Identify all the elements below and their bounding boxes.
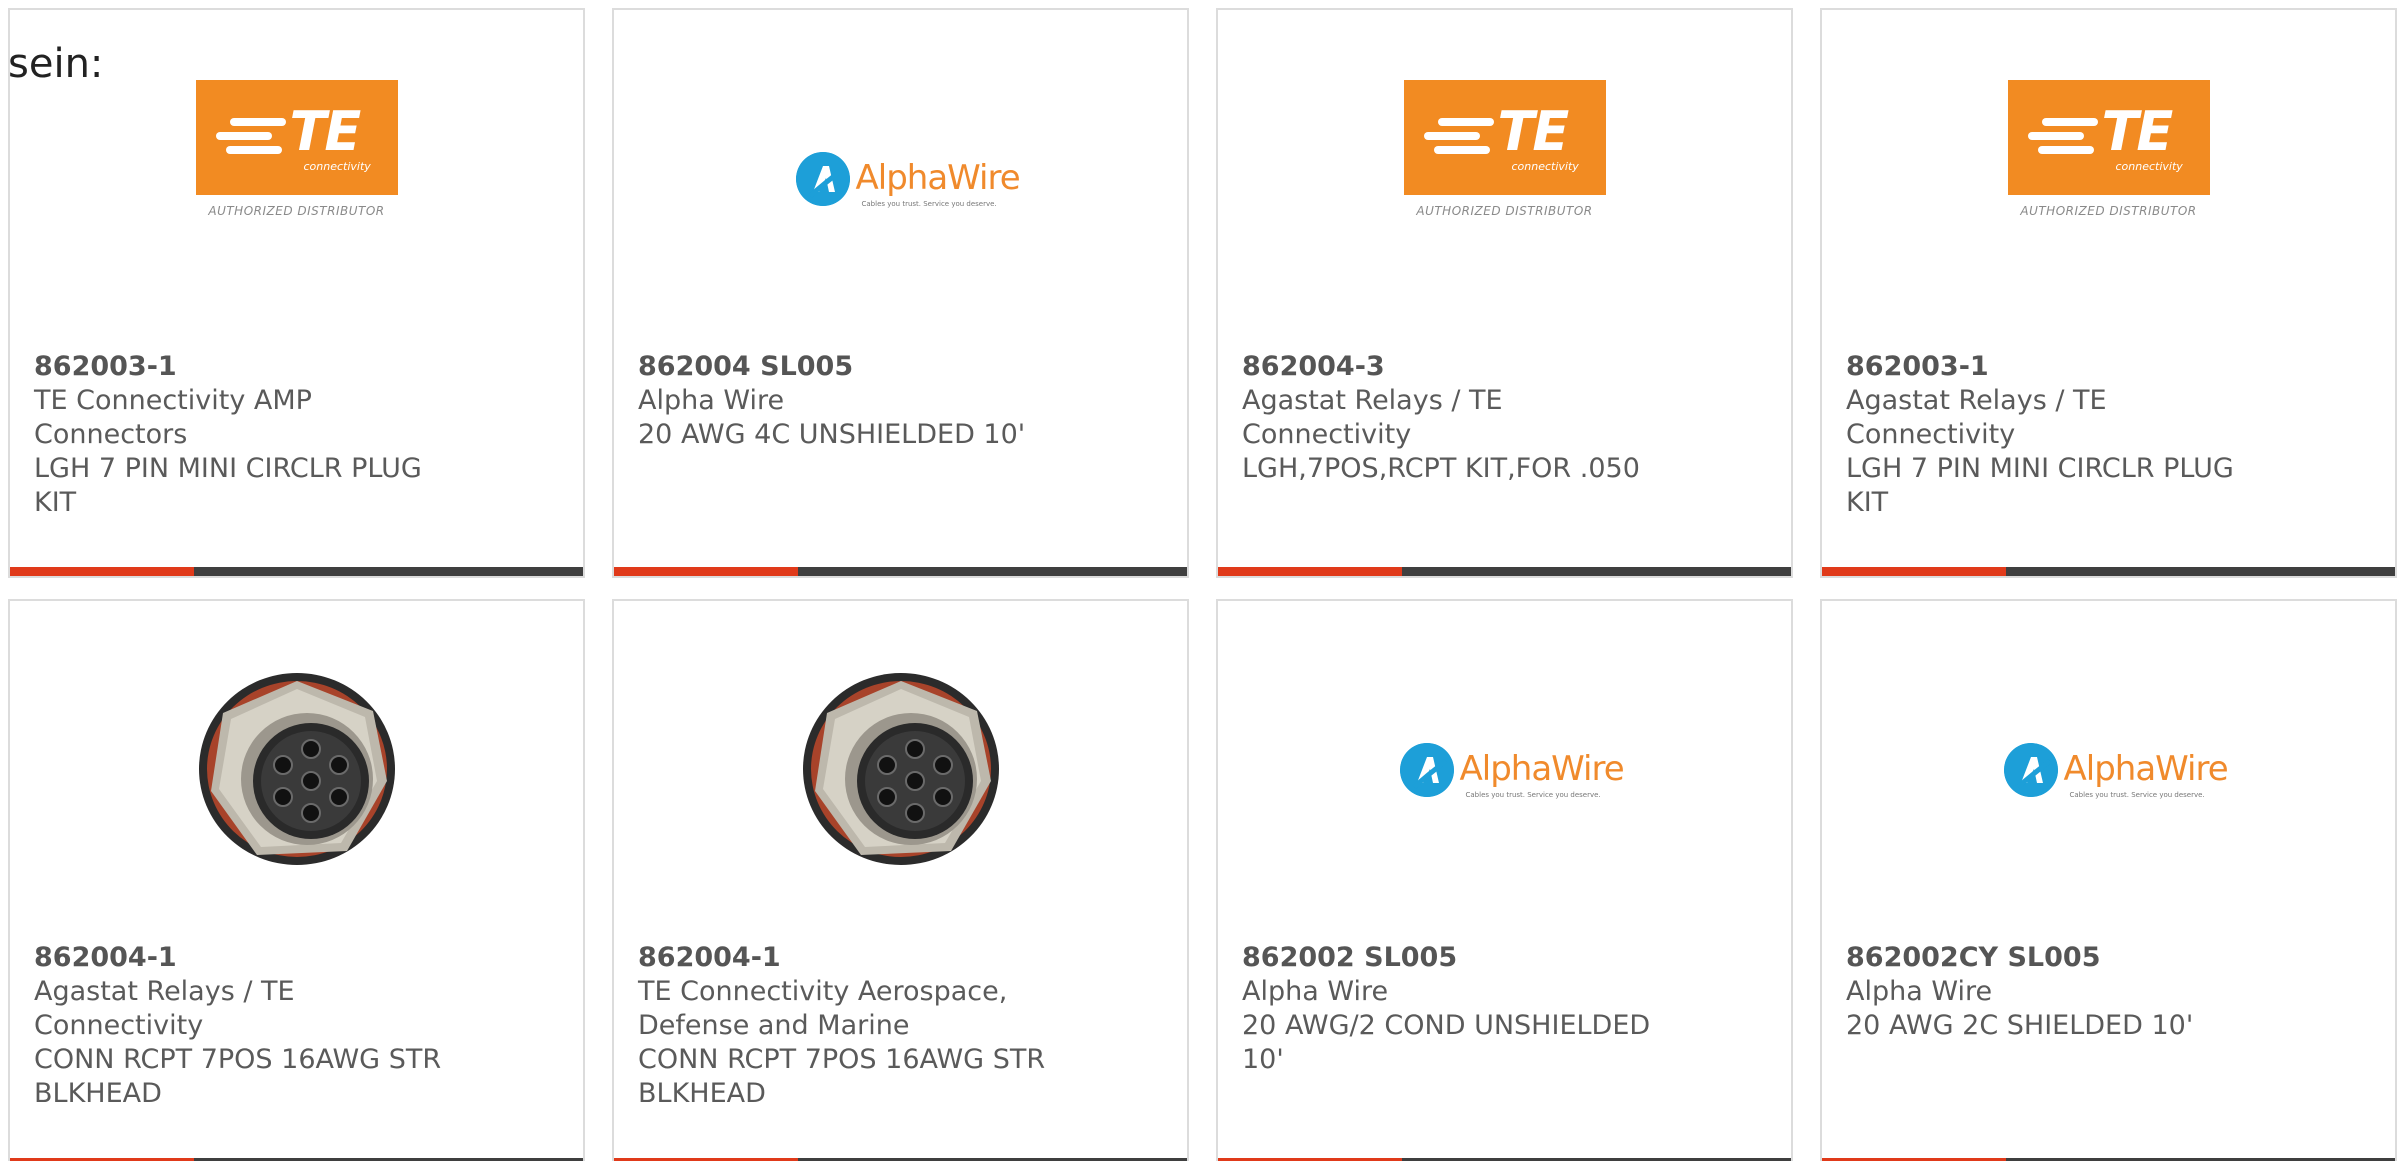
product-info: 862003-1 Agastat Relays / TE Connectivit… (1846, 350, 2266, 520)
manufacturer: TE Connectivity Aerospace, Defense and M… (638, 976, 1008, 1041)
card-accent-bar (10, 567, 194, 576)
te-lines-icon (2027, 118, 2098, 158)
product-image[interactable]: TE connectivity AUTHORIZED DISTRIBUTOR (1218, 80, 1791, 290)
alphawire-circle-icon (2003, 743, 2058, 797)
te-subtitle: connectivity (2115, 160, 2183, 173)
alphawire-tagline: Cables you trust. Service you deserve. (861, 200, 997, 208)
alphawire-wordmark: AlphaWire (2063, 749, 2229, 789)
product-image[interactable]: AlphaWire Cables you trust. Service you … (614, 80, 1187, 290)
product-card[interactable]: 862004-1 Agastat Relays / TE Connectivit… (8, 599, 585, 1161)
product-image[interactable]: AlphaWire Cables you trust. Service you … (1218, 671, 1791, 881)
card-bottom-bar (1822, 567, 2395, 576)
product-info: 862002 SL005 Alpha Wire 20 AWG/2 COND UN… (1242, 941, 1662, 1077)
authorized-distributor-label: AUTHORIZED DISTRIBUTOR (1416, 204, 1593, 218)
card-bottom-bar (1218, 567, 1791, 576)
intro-text: sein: (8, 41, 104, 87)
te-logo-box: TE connectivity (2007, 80, 2210, 195)
card-accent-bar (1218, 567, 1402, 576)
description: LGH 7 PIN MINI CIRCLR PLUG KIT (34, 453, 422, 518)
card-accent-bar (614, 567, 798, 576)
alphawire-logo: AlphaWire Cables you trust. Service you … (795, 152, 1021, 222)
circular-connector-image (802, 673, 999, 865)
alphawire-tagline: Cables you trust. Service you deserve. (2069, 791, 2205, 799)
product-image[interactable] (10, 671, 583, 881)
manufacturer: Agastat Relays / TE Connectivity (1846, 385, 2107, 450)
te-logo-box: TE connectivity (1403, 80, 1606, 195)
product-card[interactable]: TE connectivity AUTHORIZED DISTRIBUTOR 8… (8, 8, 585, 578)
part-number[interactable]: 862004 SL005 (638, 350, 1058, 384)
product-info: 862004-3 Agastat Relays / TE Connectivit… (1242, 350, 1662, 486)
description: CONN RCPT 7POS 16AWG STR BLKHEAD (34, 1044, 442, 1109)
te-lines-icon (1423, 118, 1494, 158)
product-image[interactable]: TE connectivity AUTHORIZED DISTRIBUTOR (10, 80, 583, 290)
product-info: 862003-1 TE Connectivity AMP Connectors … (34, 350, 454, 520)
product-card[interactable]: TE connectivity AUTHORIZED DISTRIBUTOR 8… (1820, 8, 2397, 578)
description: 20 AWG 4C UNSHIELDED 10' (638, 419, 1026, 450)
te-subtitle: connectivity (303, 160, 371, 173)
product-info: 862002CY SL005 Alpha Wire 20 AWG 2C SHIE… (1846, 941, 2266, 1043)
part-number[interactable]: 862003-1 (1846, 350, 2266, 384)
page: sein: TE connectivity AUTHORIZED DISTRIB… (0, 0, 2400, 1161)
product-image[interactable]: TE connectivity AUTHORIZED DISTRIBUTOR (1822, 80, 2395, 290)
circular-connector-image (198, 673, 395, 865)
product-card[interactable]: 862004-1 TE Connectivity Aerospace, Defe… (612, 599, 1189, 1161)
part-number[interactable]: 862002 SL005 (1242, 941, 1662, 975)
authorized-distributor-label: AUTHORIZED DISTRIBUTOR (2020, 204, 2197, 218)
description: CONN RCPT 7POS 16AWG STR BLKHEAD (638, 1044, 1046, 1109)
description: LGH,7POS,RCPT KIT,FOR .050 (1242, 453, 1640, 484)
product-info: 862004-1 TE Connectivity Aerospace, Defe… (638, 941, 1058, 1111)
product-grid: TE connectivity AUTHORIZED DISTRIBUTOR 8… (8, 8, 2400, 1161)
part-number[interactable]: 862004-1 (638, 941, 1058, 975)
te-logo-box: TE connectivity (195, 80, 398, 195)
te-connectivity-logo: TE connectivity AUTHORIZED DISTRIBUTOR (1403, 80, 1606, 225)
product-info: 862004-1 Agastat Relays / TE Connectivit… (34, 941, 454, 1111)
manufacturer: Alpha Wire (1846, 976, 1993, 1007)
alphawire-circle-icon (795, 152, 850, 206)
alphawire-logo: AlphaWire Cables you trust. Service you … (2003, 743, 2229, 813)
te-connectivity-logo: TE connectivity AUTHORIZED DISTRIBUTOR (195, 80, 398, 225)
product-card[interactable]: AlphaWire Cables you trust. Service you … (612, 8, 1189, 578)
part-number[interactable]: 862004-3 (1242, 350, 1662, 384)
description: 20 AWG/2 COND UNSHIELDED 10' (1242, 1010, 1651, 1075)
product-card[interactable]: AlphaWire Cables you trust. Service you … (1820, 599, 2397, 1161)
description: LGH 7 PIN MINI CIRCLR PLUG KIT (1846, 453, 2234, 518)
product-card[interactable]: TE connectivity AUTHORIZED DISTRIBUTOR 8… (1216, 8, 1793, 578)
card-accent-bar (1822, 567, 2006, 576)
alphawire-circle-icon (1399, 743, 1454, 797)
product-card[interactable]: AlphaWire Cables you trust. Service you … (1216, 599, 1793, 1161)
manufacturer: Alpha Wire (1242, 976, 1389, 1007)
part-number[interactable]: 862002CY SL005 (1846, 941, 2266, 975)
manufacturer: Alpha Wire (638, 385, 785, 416)
manufacturer: TE Connectivity AMP Connectors (34, 385, 312, 450)
te-connectivity-logo: TE connectivity AUTHORIZED DISTRIBUTOR (2007, 80, 2210, 225)
alphawire-logo: AlphaWire Cables you trust. Service you … (1399, 743, 1625, 813)
product-image[interactable]: AlphaWire Cables you trust. Service you … (1822, 671, 2395, 881)
te-wordmark: TE (2101, 100, 2174, 163)
te-wordmark: TE (289, 100, 362, 163)
product-image[interactable] (614, 671, 1187, 881)
description: 20 AWG 2C SHIELDED 10' (1846, 1010, 2194, 1041)
authorized-distributor-label: AUTHORIZED DISTRIBUTOR (208, 204, 385, 218)
product-info: 862004 SL005 Alpha Wire 20 AWG 4C UNSHIE… (638, 350, 1058, 452)
card-bottom-bar (614, 567, 1187, 576)
te-lines-icon (215, 118, 286, 158)
part-number[interactable]: 862004-1 (34, 941, 454, 975)
te-wordmark: TE (1497, 100, 1570, 163)
part-number[interactable]: 862003-1 (34, 350, 454, 384)
alphawire-wordmark: AlphaWire (855, 158, 1021, 198)
manufacturer: Agastat Relays / TE Connectivity (34, 976, 295, 1041)
card-bottom-bar (10, 567, 583, 576)
te-subtitle: connectivity (1511, 160, 1579, 173)
alphawire-wordmark: AlphaWire (1459, 749, 1625, 789)
alphawire-tagline: Cables you trust. Service you deserve. (1465, 791, 1601, 799)
manufacturer: Agastat Relays / TE Connectivity (1242, 385, 1503, 450)
